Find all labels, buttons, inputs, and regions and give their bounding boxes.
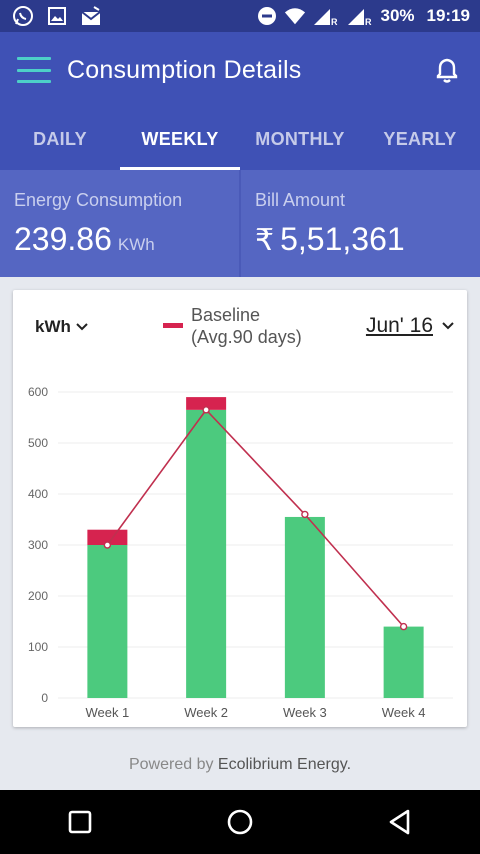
summary-panel: Energy Consumption 239.86 KWh Bill Amoun… [0,170,480,277]
x-tick-label: Week 4 [382,705,426,720]
chevron-down-icon [442,322,454,330]
bill-amount-label: Bill Amount [255,190,346,210]
powered-brand: Ecolibrium Energy. [217,756,352,773]
wifi-icon [284,5,306,27]
period-dropdown-label: Jun' 16 [365,314,433,337]
energy-unit: KWh [117,235,155,254]
app-bar: Consumption Details [0,32,480,108]
energy-consumption-label: Energy Consumption [14,190,183,210]
tab-daily[interactable]: DAILY [0,108,120,170]
y-tick-label: 600 [28,385,48,399]
bar [87,545,128,698]
powered-prefix: Powered by [128,756,214,773]
legend-swatch [163,323,183,328]
y-tick-label: 500 [28,436,48,450]
chart-legend: Baseline (Avg.90 days) [163,304,302,348]
energy-consumption-box: Energy Consumption 239.86 KWh [0,170,239,277]
clock: 19:19 [426,6,470,25]
currency-symbol: ₹ [255,224,275,257]
svg-text:R: R [331,17,338,26]
x-tick-label: Week 1 [85,705,129,720]
bell-icon[interactable] [432,55,462,85]
signal-icon: R [346,5,374,27]
baseline-point [103,541,112,549]
bar [383,626,424,698]
baseline-point [301,510,309,519]
svg-text:R: R [365,17,372,26]
bar [284,516,325,698]
y-tick-label: 200 [28,589,48,603]
system-nav-bar [0,790,480,854]
do-not-disturb-icon [256,5,278,27]
chart-card: kWh Baseline (Avg.90 days) Jun' 16 0 100 2… [13,290,467,727]
energy-consumption-value: 239.86 [14,221,112,257]
recent-apps-icon[interactable] [50,797,110,847]
y-tick-label: 0 [41,691,48,705]
hamburger-icon[interactable] [17,57,51,83]
page-title: Consumption Details [67,55,302,84]
y-tick-label: 100 [28,640,48,654]
bill-amount-box: Bill Amount ₹ 5,51,361 [239,170,480,277]
bar [186,409,227,698]
tab-yearly[interactable]: YEARLY [360,108,480,170]
period-tabs: DAILY WEEKLY MONTHLY YEARLY [0,108,480,170]
tab-weekly[interactable]: WEEKLY [120,108,240,170]
powered-by: Powered by Ecolibrium Energy. [0,756,480,774]
unit-dropdown[interactable]: kWh [35,317,89,337]
status-bar: R R 30% 19:19 [0,0,480,32]
x-tick-label: Week 3 [283,705,327,720]
chevron-down-icon [76,323,88,331]
baseline-point [202,406,210,414]
signal-icon: R [312,5,340,27]
baseline-point [399,622,408,631]
weekly-consumption-chart: 0 100 200 300 400 500 600 Week 1 Week 2 Week 3 Wee… [28,385,453,720]
back-icon[interactable] [370,797,430,847]
mail-icon [80,5,102,27]
baseline-line [106,408,405,628]
image-icon [46,5,68,27]
y-tick-label: 300 [28,538,48,552]
tab-monthly[interactable]: MONTHLY [240,108,360,170]
legend-label: Baseline [191,305,261,325]
x-tick-label: Week 2 [184,705,228,720]
period-dropdown[interactable]: Jun' 16 [366,314,455,338]
y-tick-label: 400 [28,487,48,501]
legend-sublabel: (Avg.90 days) [191,327,302,347]
whatsapp-icon [12,5,34,27]
battery-level: 30% [380,6,415,25]
unit-dropdown-label: kWh [35,317,71,336]
bill-amount-value: 5,51,361 [280,221,405,257]
home-icon[interactable] [210,797,270,847]
